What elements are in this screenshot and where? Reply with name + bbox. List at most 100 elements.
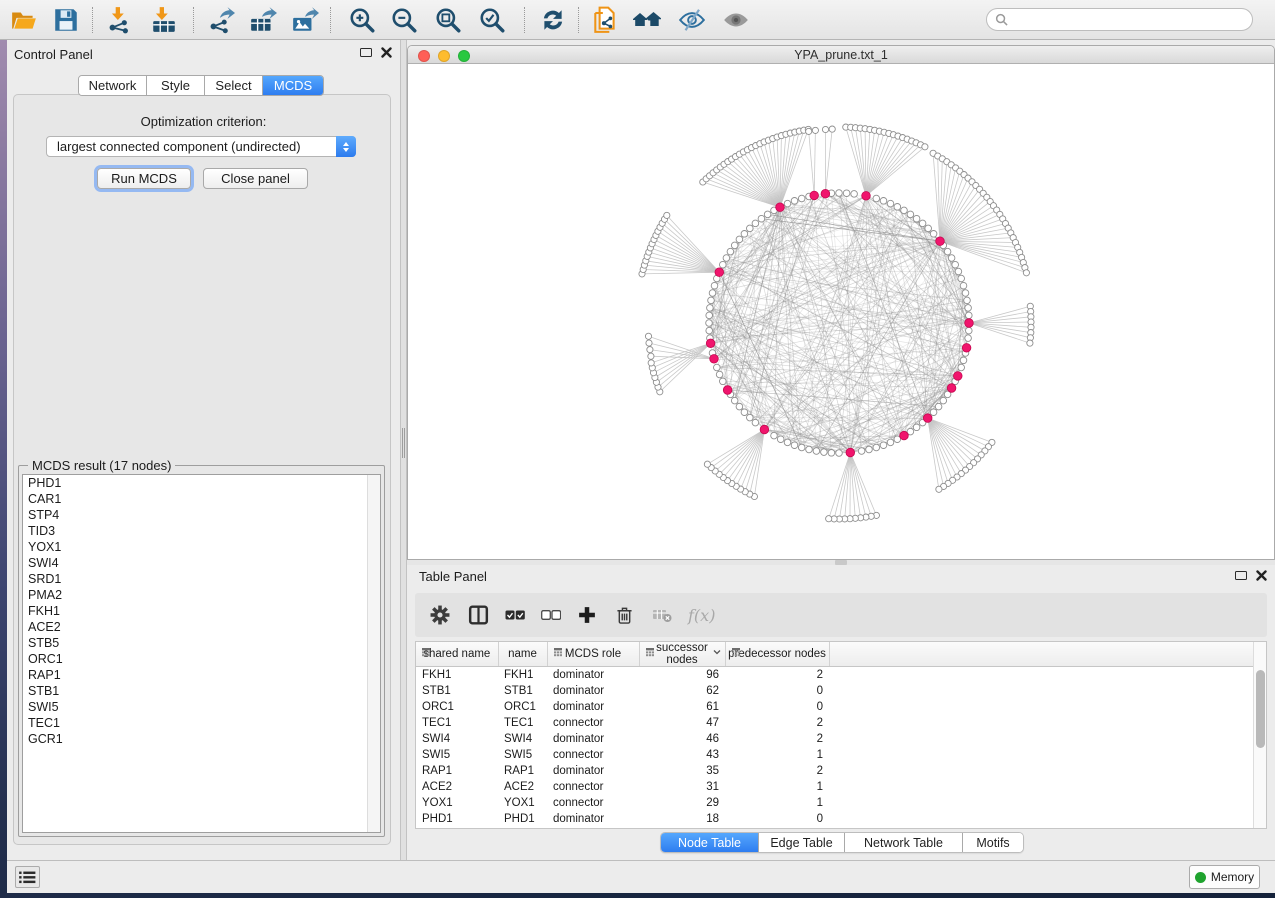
dropdown-value: largest connected component (undirected) xyxy=(47,139,336,154)
toolbar-separator xyxy=(524,7,525,33)
table-row[interactable]: YOX1 YOX1 connector 29 1 xyxy=(416,795,1254,811)
mcds-result-item[interactable]: SWI5 xyxy=(23,699,380,715)
sort-descending-icon xyxy=(713,649,721,655)
settings-gear-icon[interactable] xyxy=(430,604,450,626)
function-builder-icon: f(x) xyxy=(688,604,715,626)
deselect-all-checkboxes-icon[interactable] xyxy=(541,604,561,626)
mcds-result-item[interactable]: SWI4 xyxy=(23,555,380,571)
import-table-icon[interactable] xyxy=(150,6,178,34)
table-row[interactable]: PHD1 PHD1 dominator 18 0 xyxy=(416,811,1254,827)
mcds-result-item[interactable]: SRD1 xyxy=(23,571,380,587)
add-column-icon[interactable] xyxy=(578,604,596,626)
tab-style[interactable]: Style xyxy=(147,76,205,95)
split-pane-icon[interactable] xyxy=(468,604,489,626)
tab-network[interactable]: Network xyxy=(79,76,147,95)
memory-label: Memory xyxy=(1211,870,1254,884)
tab-node-table[interactable]: Node Table xyxy=(661,833,759,852)
table-scrollbar-thumb[interactable] xyxy=(1256,670,1265,748)
column-header-successor-nodes[interactable]: successor nodes xyxy=(639,642,725,667)
network-window-titlebar[interactable]: YPA_prune.txt_1 xyxy=(408,46,1274,64)
mcds-result-item[interactable]: ORC1 xyxy=(23,651,380,667)
network-window: YPA_prune.txt_1 xyxy=(407,45,1275,560)
table-row[interactable]: STB1 STB1 dominator 62 0 xyxy=(416,683,1254,699)
zoom-in-icon[interactable] xyxy=(348,6,376,34)
export-image-icon[interactable] xyxy=(291,6,319,34)
column-header-shared-name[interactable]: shared name xyxy=(416,642,498,667)
mcds-result-item[interactable]: FKH1 xyxy=(23,603,380,619)
show-graphics-eye-icon[interactable] xyxy=(722,6,750,34)
table-panel-tabs: Node Table Edge Table Network Table Moti… xyxy=(660,832,1024,853)
float-window-icon[interactable] xyxy=(1235,571,1247,580)
mcds-result-item[interactable]: ACE2 xyxy=(23,619,380,635)
table-row[interactable]: SWI5 SWI5 connector 43 1 xyxy=(416,747,1254,763)
mcds-result-item[interactable]: STB1 xyxy=(23,683,380,699)
column-header-predecessor-nodes[interactable]: predecessor nodes xyxy=(725,642,829,667)
mcds-result-item[interactable]: TEC1 xyxy=(23,715,380,731)
control-panel-title: Control Panel xyxy=(14,47,93,62)
control-panel-tabs: Network Style Select MCDS xyxy=(78,75,324,96)
mcds-result-item[interactable]: TID3 xyxy=(23,523,380,539)
tab-edge-table[interactable]: Edge Table xyxy=(759,833,845,852)
search-field[interactable] xyxy=(986,8,1253,31)
close-panel-icon[interactable] xyxy=(1256,570,1267,581)
tab-network-table[interactable]: Network Table xyxy=(845,833,963,852)
memory-status-icon xyxy=(1195,872,1206,883)
open-session-icon[interactable] xyxy=(10,6,38,34)
tab-select[interactable]: Select xyxy=(205,76,263,95)
close-panel-icon[interactable] xyxy=(381,47,392,58)
mcds-result-item[interactable]: PMA2 xyxy=(23,587,380,603)
mcds-result-item[interactable]: PHD1 xyxy=(23,475,380,491)
refresh-view-icon[interactable] xyxy=(539,6,567,34)
import-network-icon[interactable] xyxy=(106,6,134,34)
tab-mcds[interactable]: MCDS xyxy=(263,76,323,95)
table-row[interactable]: RAP1 RAP1 dominator 35 2 xyxy=(416,763,1254,779)
control-panel: Control Panel Network Style Select MCDS … xyxy=(7,40,400,860)
table-row[interactable]: FKH1 FKH1 dominator 96 2 xyxy=(416,667,1254,683)
optimization-criterion-label: Optimization criterion: xyxy=(7,114,400,129)
export-table-icon[interactable] xyxy=(249,6,277,34)
hide-graphics-eye-icon[interactable] xyxy=(678,6,706,34)
export-web-icon[interactable] xyxy=(591,6,619,34)
table-row[interactable]: TEC1 TEC1 connector 47 2 xyxy=(416,715,1254,731)
table-row[interactable]: ACE2 ACE2 connector 31 1 xyxy=(416,779,1254,795)
table-row[interactable]: SWI4 SWI4 dominator 46 2 xyxy=(416,731,1254,747)
column-header-name[interactable]: name xyxy=(498,642,547,667)
memory-button[interactable]: Memory xyxy=(1189,865,1260,889)
mcds-result-item[interactable]: CAR1 xyxy=(23,491,380,507)
mcds-list-scrollbar[interactable] xyxy=(367,475,380,832)
task-history-button[interactable] xyxy=(15,866,40,888)
home-networks-icon[interactable] xyxy=(632,6,660,34)
splitter-grip[interactable] xyxy=(402,428,405,458)
save-session-icon[interactable] xyxy=(52,6,80,34)
status-bar: Memory xyxy=(7,860,1275,893)
run-mcds-button[interactable]: Run MCDS xyxy=(97,168,191,189)
column-header-mcds-role[interactable]: MCDS role xyxy=(547,642,639,667)
zoom-fit-icon[interactable] xyxy=(434,6,462,34)
network-graph[interactable] xyxy=(408,64,1275,560)
mapped-column-icon xyxy=(553,647,563,657)
table-scrollbar[interactable] xyxy=(1253,642,1266,828)
mcds-result-item[interactable]: STB5 xyxy=(23,635,380,651)
float-window-icon[interactable] xyxy=(360,48,372,57)
toolbar-separator xyxy=(193,7,194,33)
mcds-result-item[interactable]: STP4 xyxy=(23,507,380,523)
vertical-splitter[interactable] xyxy=(400,40,407,860)
optimization-criterion-dropdown[interactable]: largest connected component (undirected) xyxy=(46,136,356,157)
table-row[interactable]: ORC1 ORC1 dominator 61 0 xyxy=(416,699,1254,715)
app-content: Control Panel Network Style Select MCDS … xyxy=(7,40,1275,860)
mcds-result-title: MCDS result (17 nodes) xyxy=(28,458,175,473)
mcds-result-item[interactable]: GCR1 xyxy=(23,731,380,747)
zoom-selected-icon[interactable] xyxy=(478,6,506,34)
mcds-result-item[interactable]: RAP1 xyxy=(23,667,380,683)
tab-motifs[interactable]: Motifs xyxy=(963,833,1023,852)
close-panel-button[interactable]: Close panel xyxy=(203,168,308,189)
export-network-icon[interactable] xyxy=(207,6,235,34)
zoom-out-icon[interactable] xyxy=(390,6,418,34)
mcds-result-list[interactable]: PHD1CAR1STP4TID3YOX1SWI4SRD1PMA2FKH1ACE2… xyxy=(22,474,381,833)
mcds-result-item[interactable]: YOX1 xyxy=(23,539,380,555)
select-all-checkboxes-icon[interactable] xyxy=(505,604,525,626)
delete-column-icon[interactable] xyxy=(616,604,633,626)
toolbar-separator xyxy=(330,7,331,33)
search-input[interactable] xyxy=(1013,11,1233,29)
table-toolbar: f(x) xyxy=(415,593,1267,637)
